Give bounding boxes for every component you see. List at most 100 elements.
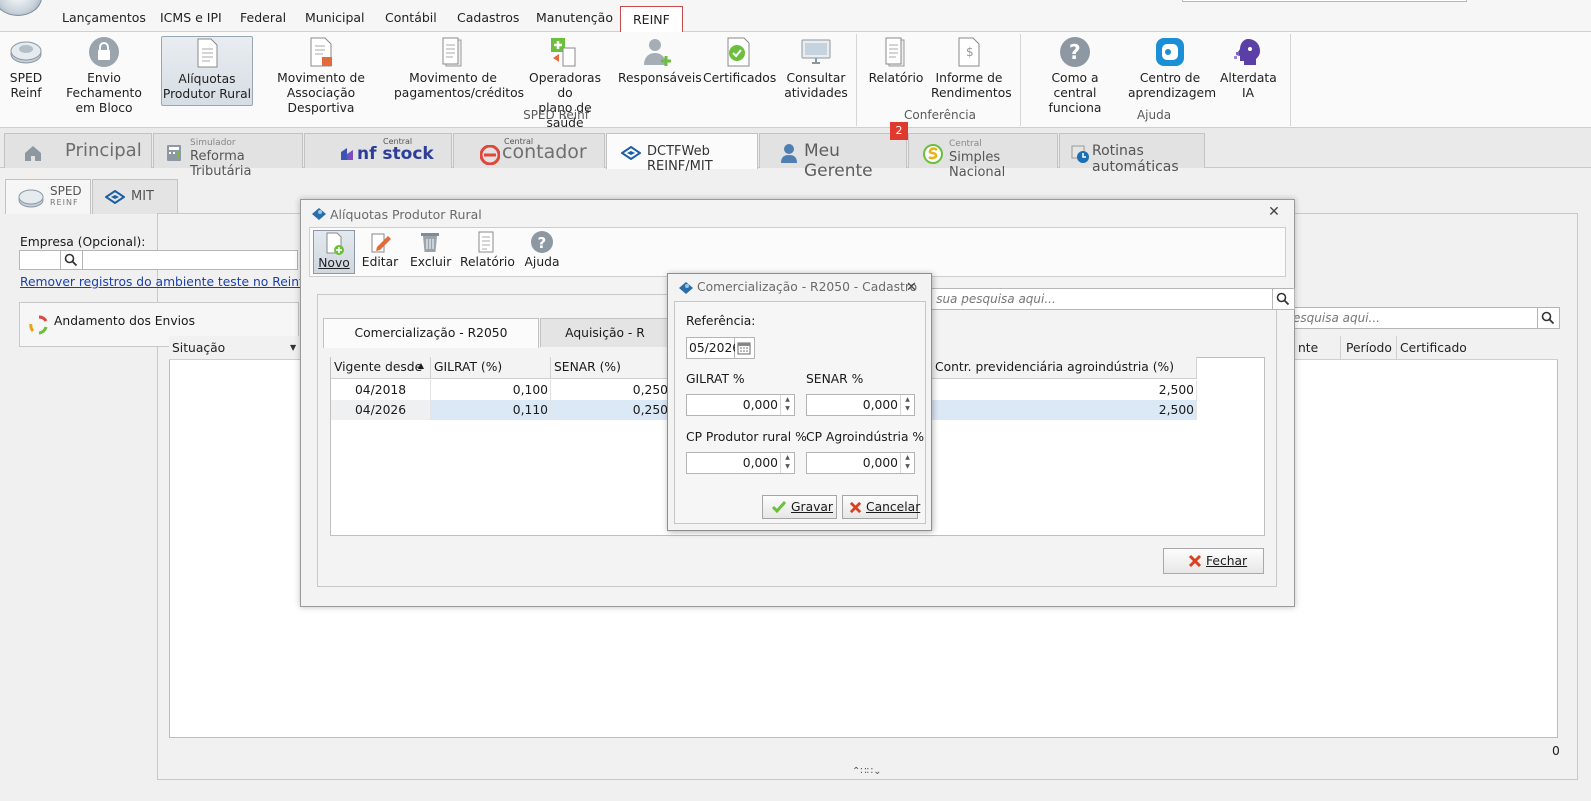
cadastro-window-title: Comercialização - R2050 - Cadastro bbox=[697, 280, 918, 294]
help-icon: ? bbox=[531, 231, 553, 253]
empresa-search-button[interactable] bbox=[61, 250, 83, 270]
senar-stepper[interactable]: 0,000 ▲ ▼ bbox=[806, 394, 915, 416]
novo-button[interactable]: Novo bbox=[313, 230, 355, 274]
spinner-arrows-icon[interactable]: ▲ ▼ bbox=[780, 453, 794, 473]
referencia-input[interactable]: 05/2026 bbox=[686, 337, 740, 359]
column-certificado[interactable]: Certificado bbox=[1400, 341, 1467, 355]
splitter-handle-icon[interactable]: ⌃∷∷⌄ bbox=[852, 766, 881, 777]
operadoras-button[interactable]: Operadoras do plano de saúde bbox=[520, 36, 610, 130]
top-search-field[interactable] bbox=[1182, 0, 1467, 2]
menu-tab-cadastros[interactable]: Cadastros bbox=[457, 10, 519, 25]
tab-nfstock[interactable]: Central nf stock bbox=[304, 133, 452, 168]
envio-label-1: Envio Fechamento bbox=[66, 71, 142, 100]
relatorio-button[interactable]: Relatório bbox=[866, 36, 926, 106]
tab-principal[interactable]: Principal bbox=[4, 133, 152, 168]
column-vigente-desde[interactable]: Vigente desde ▲ bbox=[331, 357, 431, 379]
senar-label: SENAR % bbox=[806, 372, 864, 386]
tab-rotinas-automaticas[interactable]: Rotinas automáticas bbox=[1059, 133, 1205, 175]
alterdata-ia-button[interactable]: Alterdata IA bbox=[1220, 36, 1277, 106]
situacao-dropdown-icon[interactable]: ▼ bbox=[290, 343, 296, 352]
informe-rendimentos-button[interactable]: $ Informe de Rendimentos bbox=[931, 36, 1012, 106]
column-situacao[interactable]: Situação bbox=[172, 341, 225, 355]
remover-registros-link[interactable]: Remover registros do ambiente teste no R… bbox=[20, 275, 303, 289]
fechar-button[interactable]: Fechar bbox=[1163, 548, 1264, 574]
column-divider bbox=[1340, 336, 1341, 360]
column-nte[interactable]: nte bbox=[1298, 341, 1318, 355]
aliquotas-search-button[interactable] bbox=[1273, 288, 1295, 310]
tab-meu-gerente[interactable]: Meu Gerente bbox=[759, 133, 907, 181]
bg-search-button[interactable] bbox=[1538, 307, 1560, 329]
tab-contador[interactable]: Central contador bbox=[453, 133, 605, 168]
tab-simples-nacional[interactable]: Central Simples Nacional bbox=[908, 133, 1058, 180]
spinner-arrows-icon[interactable]: ▲ ▼ bbox=[780, 395, 794, 415]
excluir-label: Excluir bbox=[410, 255, 452, 269]
menu-tab-manutencao[interactable]: Manutenção bbox=[536, 10, 613, 25]
movimento-associacao-button[interactable]: Movimento de Associação Desportiva bbox=[260, 36, 382, 115]
spinner-arrows-icon[interactable]: ▲ ▼ bbox=[900, 395, 914, 415]
envio-fechamento-button[interactable]: Envio Fechamento em Bloco bbox=[52, 36, 156, 115]
tab-comercializacao[interactable]: Comercialização - R2050 bbox=[323, 318, 539, 348]
column-contr-previdenciaria[interactable]: Contr. previdenciária agroindústria (%) bbox=[932, 357, 1197, 379]
cadastro-close-icon[interactable]: ✕ bbox=[906, 280, 917, 295]
aliquotas-label-1: Alíquotas bbox=[178, 72, 236, 86]
menu-tab-lancamentos[interactable]: Lançamentos bbox=[62, 10, 146, 25]
certificados-button[interactable]: Certificados bbox=[703, 36, 776, 106]
consultar-atividades-button[interactable]: Consultar atividades bbox=[782, 36, 850, 106]
editar-button[interactable]: Editar bbox=[360, 230, 400, 274]
menu-tab-reinf[interactable]: REINF bbox=[620, 6, 683, 33]
monitor-icon bbox=[801, 39, 831, 64]
gravar-button[interactable]: Gravar bbox=[762, 495, 837, 519]
empresa-name-field bbox=[83, 250, 298, 270]
cancelar-button[interactable]: Cancelar bbox=[842, 495, 921, 519]
bg-search-field[interactable]: esquisa aqui... bbox=[1290, 307, 1538, 329]
app-menu-orb-icon[interactable] bbox=[0, 0, 42, 16]
tab-simulador[interactable]: Simulador Reforma Tributária bbox=[153, 133, 303, 179]
menu-tab-icms-ipi[interactable]: ICMS e IPI bbox=[160, 10, 222, 25]
relatorio-toolbar-button[interactable]: Relatório bbox=[460, 230, 515, 274]
routines-icon bbox=[1071, 145, 1089, 163]
movimento-pagamentos-button[interactable]: Movimento de pagamentos/créditos bbox=[394, 36, 524, 106]
ajuda-button[interactable]: ? Ajuda bbox=[522, 230, 562, 274]
tab-dctfweb[interactable]: DCTFWeb REINF/MIT bbox=[606, 133, 758, 174]
column-senar[interactable]: SENAR (%) bbox=[551, 357, 671, 379]
column-periodo[interactable]: Período bbox=[1346, 341, 1392, 355]
subtab-sped-top: SPED bbox=[50, 184, 82, 198]
consultar-label-2: atividades bbox=[784, 86, 848, 100]
como-central-funciona-button[interactable]: ? Como a central funciona bbox=[1030, 36, 1120, 115]
column-gilrat-label: GILRAT (%) bbox=[434, 360, 503, 374]
ribbon-group-conferencia: Conferência bbox=[904, 108, 976, 122]
calendar-button[interactable] bbox=[735, 337, 755, 359]
cell-senar: 0,250 bbox=[551, 400, 671, 420]
cp-produtor-stepper[interactable]: 0,000 ▲ ▼ bbox=[686, 452, 795, 474]
mov-pag-label-1: Movimento de bbox=[409, 71, 497, 85]
alterdata-label-2: IA bbox=[1241, 86, 1255, 100]
aliquotas-produtor-rural-button[interactable]: Alíquotas Produtor Rural bbox=[161, 36, 253, 106]
centro-aprendizagem-button[interactable]: Centro de aprendizagem bbox=[1128, 36, 1216, 106]
subtab-mit[interactable]: MIT bbox=[92, 179, 178, 214]
tab-aquisicao[interactable]: Aquisição - R bbox=[540, 318, 670, 347]
lock-icon bbox=[89, 37, 119, 67]
cancelar-label: Cancelar bbox=[866, 500, 921, 514]
learning-icon bbox=[1156, 38, 1184, 66]
gilrat-stepper[interactable]: 0,000 ▲ ▼ bbox=[686, 394, 795, 416]
window-logo-icon bbox=[312, 208, 326, 220]
excluir-button[interactable]: Excluir bbox=[410, 230, 452, 274]
records-count: 0 bbox=[1552, 744, 1560, 758]
health-plan-icon bbox=[551, 38, 576, 67]
menu-tabs-bar: Lançamentos ICMS e IPI Federal Municipal… bbox=[0, 0, 1591, 33]
cp-agro-stepper[interactable]: 0,000 ▲ ▼ bbox=[806, 452, 915, 474]
alterdata-label-1: Alterdata bbox=[1220, 71, 1277, 85]
subtab-sped-reinf[interactable]: SPED REINF bbox=[5, 179, 91, 214]
menu-tab-municipal[interactable]: Municipal bbox=[305, 10, 365, 25]
aliquotas-close-icon[interactable]: ✕ bbox=[1267, 205, 1281, 219]
aliquotas-search-input[interactable]: e sua pesquisa aqui... bbox=[920, 288, 1273, 310]
menu-tab-federal[interactable]: Federal bbox=[240, 10, 286, 25]
sped-reinf-button[interactable]: SPED Reinf bbox=[4, 36, 48, 106]
mov-pag-label-2: pagamentos/créditos bbox=[394, 86, 524, 100]
empresa-field[interactable] bbox=[19, 250, 61, 270]
column-gilrat[interactable]: GILRAT (%) bbox=[431, 357, 551, 379]
responsaveis-button[interactable]: Responsáveis bbox=[618, 36, 702, 106]
centro-label-2: aprendizagem bbox=[1128, 86, 1217, 100]
spinner-arrows-icon[interactable]: ▲ ▼ bbox=[900, 453, 914, 473]
menu-tab-contabil[interactable]: Contábil bbox=[385, 10, 437, 25]
